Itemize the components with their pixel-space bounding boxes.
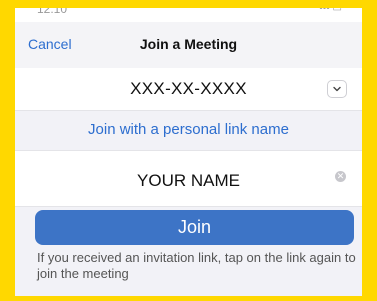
status-indicators: ••• ▭ bbox=[319, 8, 342, 14]
personal-link-row: Join with a personal link name bbox=[15, 111, 362, 150]
name-field-row: ✕ bbox=[15, 150, 362, 207]
meeting-id-field[interactable]: XXX-XX-XXXX bbox=[15, 68, 362, 111]
chevron-down-icon bbox=[333, 86, 341, 92]
navigation-bar: Cancel Join a Meeting bbox=[15, 22, 362, 69]
join-meeting-screen: 12:10 ••• ▭ Cancel Join a Meeting XXX-XX… bbox=[15, 8, 362, 296]
page-title: Join a Meeting bbox=[139, 36, 238, 52]
invitation-hint-text: If you received an invitation link, tap … bbox=[37, 250, 356, 281]
join-button[interactable]: Join bbox=[35, 210, 354, 245]
personal-link-name-link[interactable]: Join with a personal link name bbox=[88, 121, 289, 138]
meeting-id-dropdown-button[interactable] bbox=[327, 80, 347, 98]
status-bar: 12:10 ••• ▭ bbox=[15, 8, 362, 22]
meeting-id-value[interactable]: XXX-XX-XXXX bbox=[15, 79, 362, 99]
status-time: 12:10 bbox=[37, 8, 68, 16]
name-input[interactable] bbox=[15, 171, 362, 191]
clear-icon[interactable]: ✕ bbox=[335, 171, 346, 182]
